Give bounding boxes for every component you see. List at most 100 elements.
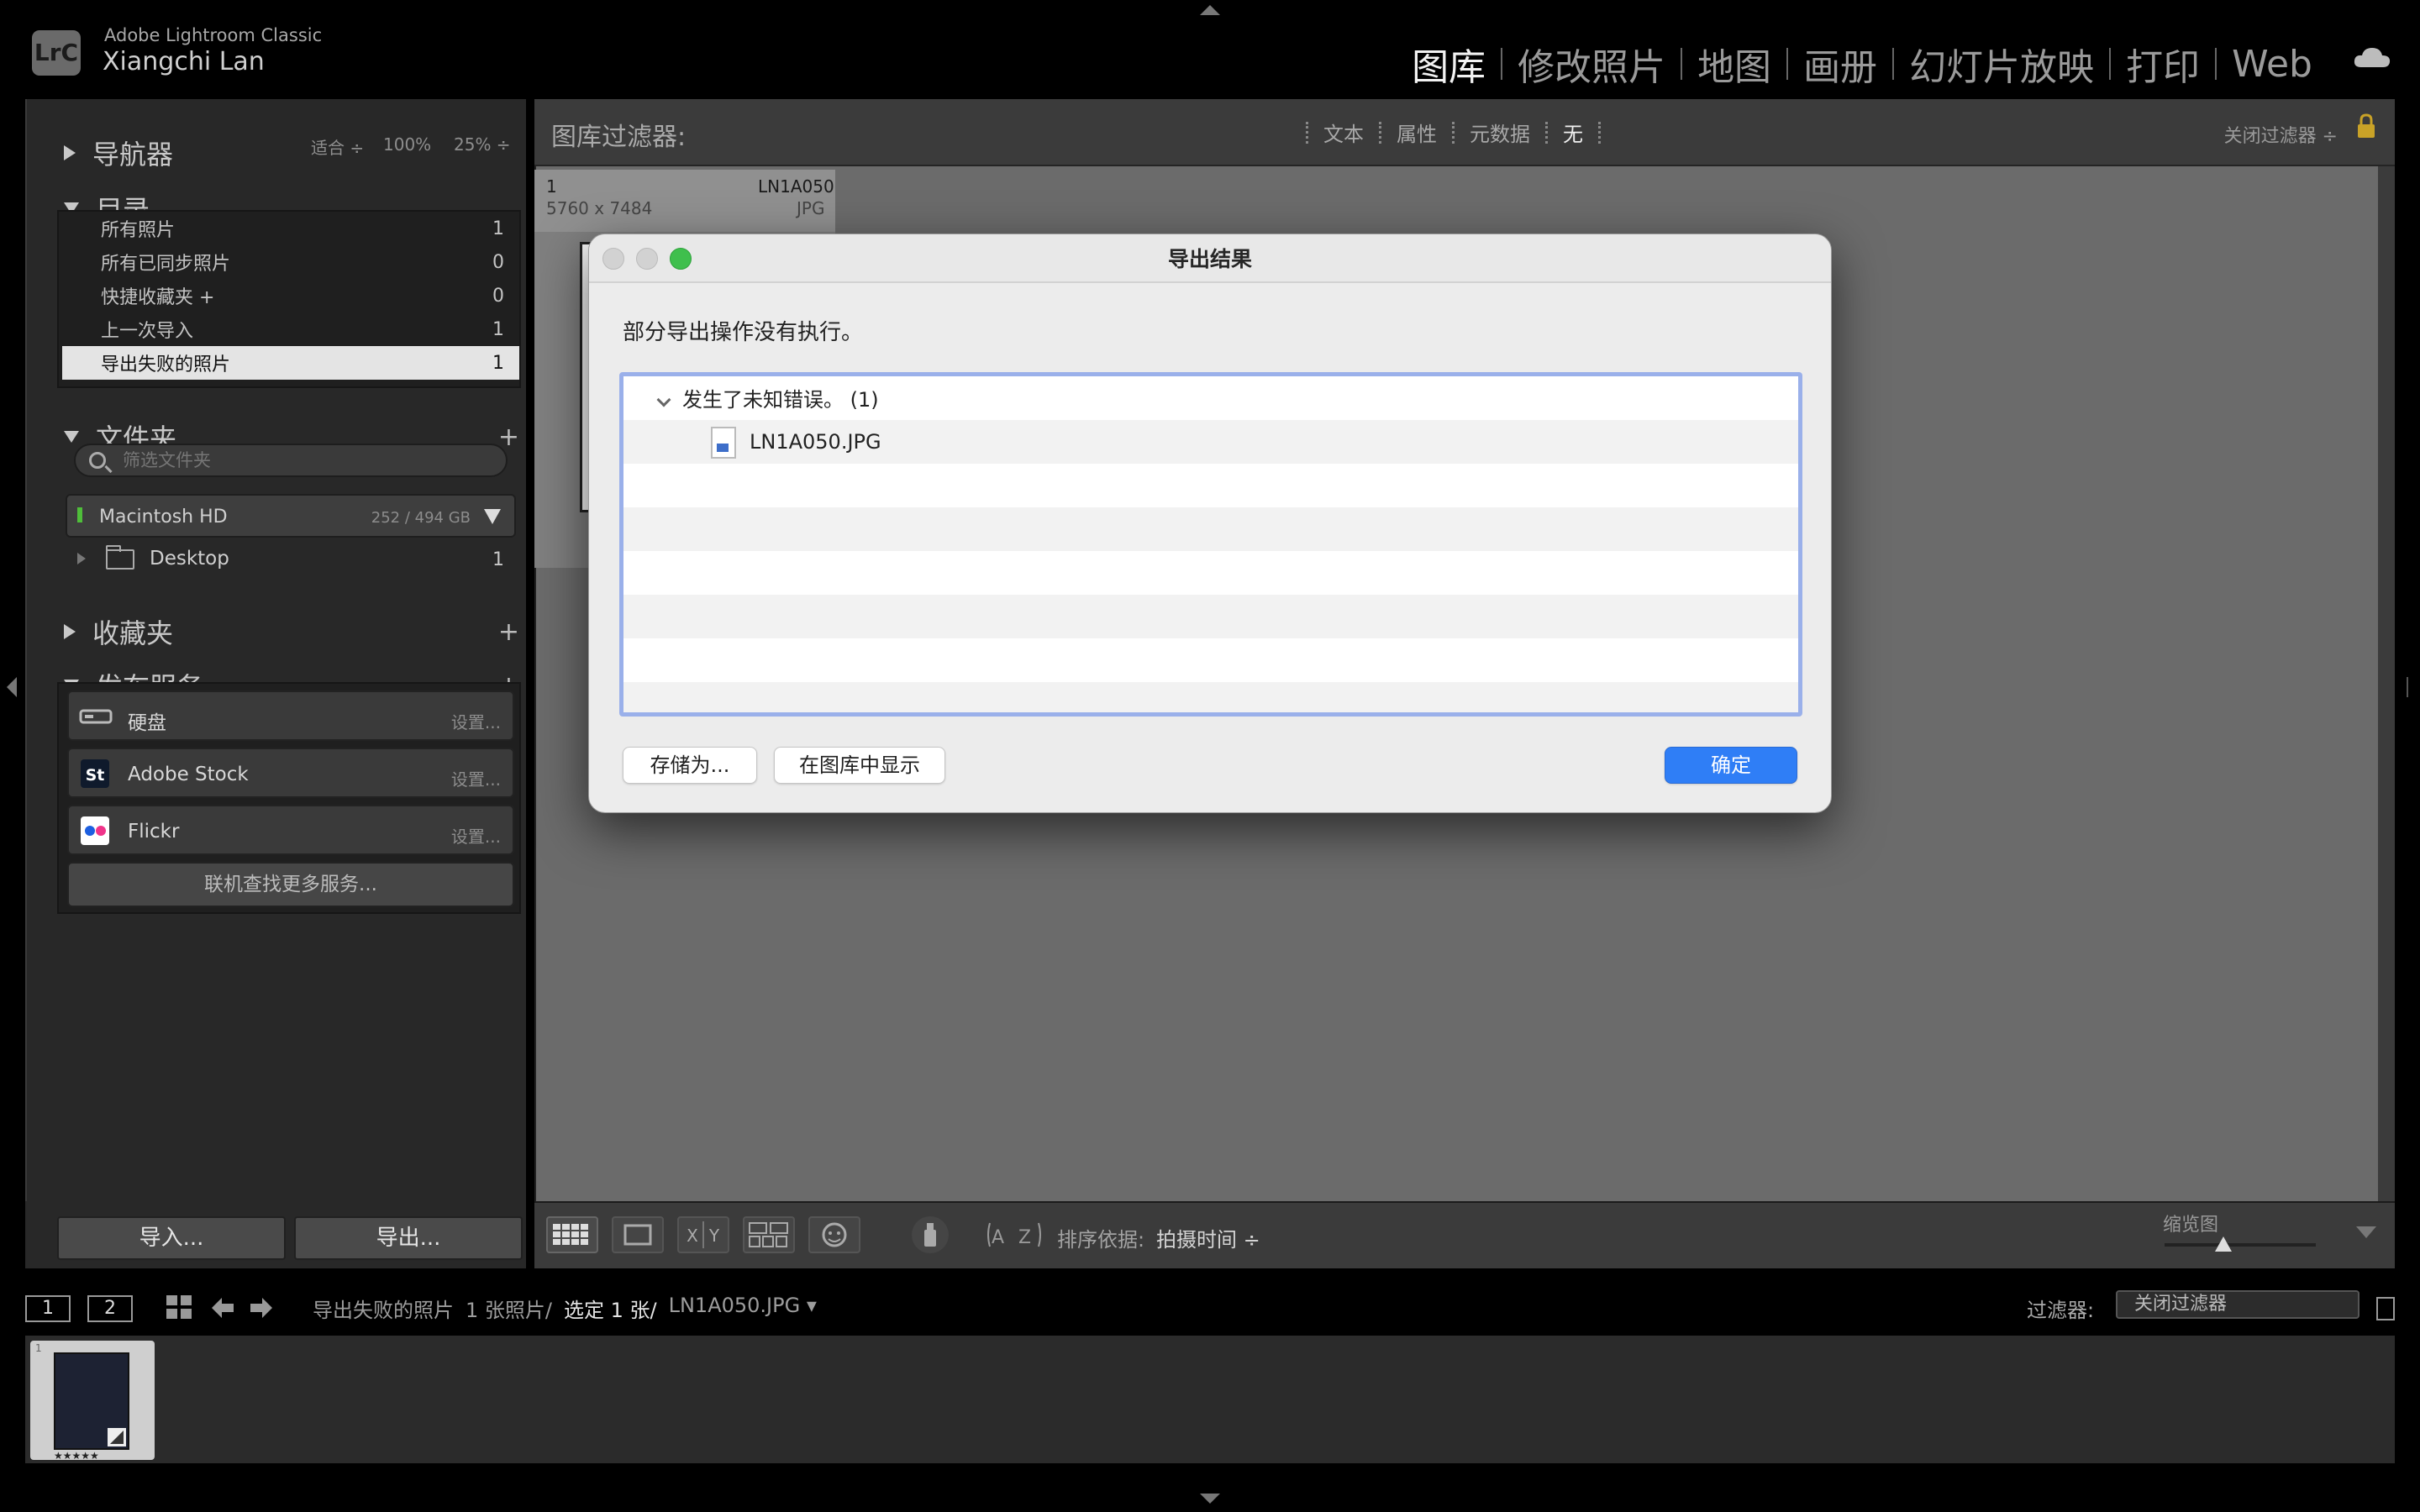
error-group-label: 发生了未知错误。 (1): [682, 388, 879, 412]
thumbnail-size-slider[interactable]: [2165, 1243, 2316, 1247]
module-library[interactable]: 图库: [1397, 37, 1501, 91]
toolbar-options-icon[interactable]: [2356, 1226, 2376, 1238]
grid-icon[interactable]: [166, 1295, 193, 1320]
failed-file-name: LN1A050.JPG: [750, 430, 881, 454]
volume-size: 252 / 494 GB: [371, 509, 471, 527]
people-view-icon[interactable]: [808, 1216, 860, 1253]
adobe-stock-icon: St: [81, 759, 109, 788]
lock-icon[interactable]: [2356, 113, 2376, 139]
flickr-icon: [81, 816, 109, 845]
collapse-filmstrip-icon[interactable]: [1200, 1494, 1220, 1504]
painter-icon[interactable]: [911, 1213, 950, 1257]
collections-header[interactable]: 收藏夹 +: [27, 606, 528, 657]
module-slideshow[interactable]: 幻灯片放映: [1894, 37, 2109, 91]
zoom-fit[interactable]: 适合 ÷: [311, 134, 364, 159]
thumbnail-size-label: 缩览图: [2163, 1215, 2219, 1236]
collapse-top-panel-icon[interactable]: [1200, 5, 1220, 15]
selected-filename[interactable]: LN1A050.JPG ▾: [669, 1294, 817, 1323]
save-as-button[interactable]: 存储为...: [623, 747, 757, 784]
grid-view-icon[interactable]: [546, 1216, 598, 1253]
error-group-row[interactable]: 发生了未知错误。 (1): [623, 376, 1798, 420]
service-flickr[interactable]: Flickr 设置...: [67, 805, 514, 855]
filmstrip-filter-select[interactable]: 关闭过滤器: [2116, 1290, 2360, 1319]
left-panel-footer: 导入... 导出...: [25, 1201, 526, 1268]
screen-1-button[interactable]: 1: [25, 1295, 71, 1322]
folder-filter-input[interactable]: [123, 450, 476, 472]
catalog-item-failed-export[interactable]: 导出失败的照片 1: [62, 346, 519, 380]
zoom-100[interactable]: 100%: [383, 134, 431, 155]
module-print[interactable]: 打印: [2111, 37, 2215, 91]
thumbnail-slider-knob[interactable]: [2215, 1236, 2232, 1252]
volume-menu-icon[interactable]: [484, 509, 501, 524]
filmstrip-index: 1: [35, 1342, 42, 1354]
service-name: Adobe Stock: [128, 764, 249, 785]
expand-folder-icon[interactable]: [77, 553, 86, 564]
find-more-services-button[interactable]: 联机查找更多服务...: [67, 862, 514, 907]
module-develop[interactable]: 修改照片: [1502, 37, 1681, 91]
ok-button[interactable]: 确定: [1665, 747, 1797, 784]
catalog-item-synced[interactable]: 所有已同步照片 0: [62, 245, 519, 279]
volume-macintosh-hd[interactable]: Macintosh HD 252 / 494 GB: [66, 494, 516, 538]
export-button[interactable]: 导出...: [294, 1216, 523, 1260]
collapse-right-panel-icon[interactable]: [2407, 677, 2415, 697]
catalog-item-quick-collection[interactable]: 快捷收藏夹 + 0: [62, 279, 519, 312]
folder-filter-field[interactable]: [74, 444, 508, 477]
filter-text[interactable]: 文本: [1323, 118, 1364, 147]
library-filter-title: 图库过滤器:: [551, 123, 687, 152]
back-arrow-icon[interactable]: [210, 1295, 235, 1320]
sort-label: 排序依据:: [1057, 1228, 1145, 1252]
forward-arrow-icon[interactable]: [249, 1295, 274, 1320]
svg-text:A: A: [992, 1227, 1004, 1248]
service-adobe-stock[interactable]: St Adobe Stock 设置...: [67, 748, 514, 798]
empty-row: [623, 638, 1798, 682]
service-hard-drive[interactable]: 硬盘 设置...: [67, 690, 514, 741]
catalog-list: 所有照片 1 所有已同步照片 0 快捷收藏夹 + 0 上一次导入 1 导出失败的…: [57, 210, 521, 388]
catalog-item-label: 上一次导入: [101, 321, 194, 342]
filter-attribute[interactable]: 属性: [1397, 118, 1437, 147]
filmstrip-source-info[interactable]: 导出失败的照片 1 张照片/ 选定 1 张/ LN1A050.JPG ▾: [313, 1294, 817, 1323]
add-collection-icon[interactable]: +: [498, 617, 519, 647]
svg-text:Y: Y: [708, 1226, 720, 1246]
collapse-left-panel-icon[interactable]: [7, 677, 17, 697]
catalog-item-label: 导出失败的照片: [101, 354, 231, 375]
navigator-header[interactable]: 导航器: [27, 128, 528, 178]
service-setup-link[interactable]: 设置...: [451, 709, 501, 733]
cloud-icon[interactable]: [2353, 45, 2391, 69]
failed-file-row[interactable]: LN1A050.JPG: [623, 420, 1798, 464]
loupe-view-icon[interactable]: [612, 1216, 664, 1253]
import-button[interactable]: 导入...: [57, 1216, 286, 1260]
export-results-tree[interactable]: 发生了未知错误。 (1) LN1A050.JPG: [619, 372, 1802, 717]
sort-direction-icon[interactable]: A Z: [985, 1216, 1044, 1253]
module-map[interactable]: 地图: [1682, 37, 1786, 91]
compare-view-icon[interactable]: X Y: [677, 1216, 729, 1253]
empty-row: [623, 682, 1798, 712]
zoom-25[interactable]: 25% ÷: [454, 134, 511, 155]
sort-dropdown[interactable]: 拍摄时间 ÷: [1156, 1223, 1260, 1252]
empty-row: [623, 551, 1798, 595]
catalog-item-count: 1: [492, 352, 504, 374]
catalog-item-previous-import[interactable]: 上一次导入 1: [62, 312, 519, 346]
service-name: Flickr: [128, 821, 180, 843]
catalog-item-all-photos[interactable]: 所有照片 1: [62, 212, 519, 245]
folder-desktop[interactable]: Desktop 1: [66, 541, 516, 578]
survey-view-icon[interactable]: [743, 1216, 795, 1253]
filter-none[interactable]: 无: [1563, 118, 1583, 147]
dialog-title: 导出结果: [1167, 247, 1252, 271]
filmstrip-filter-label: 过滤器:: [2027, 1299, 2095, 1322]
filter-toggle-switch[interactable]: [2376, 1297, 2395, 1320]
show-in-library-button[interactable]: 在图库中显示: [774, 747, 945, 784]
svg-text:X: X: [687, 1226, 698, 1246]
filter-preset-dropdown[interactable]: 关闭过滤器 ÷: [2224, 121, 2338, 148]
module-book[interactable]: 画册: [1788, 37, 1892, 91]
service-setup-link[interactable]: 设置...: [451, 823, 501, 848]
dialog-message: 部分导出操作没有执行。: [623, 320, 864, 345]
catalog-item-label: 所有已同步照片: [101, 254, 231, 275]
chevron-down-icon[interactable]: [656, 392, 671, 407]
filter-metadata[interactable]: 元数据: [1470, 118, 1530, 147]
filmstrip[interactable]: [25, 1336, 2395, 1463]
module-web[interactable]: Web: [2217, 43, 2328, 86]
screen-2-button[interactable]: 2: [87, 1295, 133, 1322]
catalog-item-label: 所有照片: [101, 220, 176, 241]
filter-separator: [1306, 121, 1308, 144]
service-setup-link[interactable]: 设置...: [451, 766, 501, 790]
